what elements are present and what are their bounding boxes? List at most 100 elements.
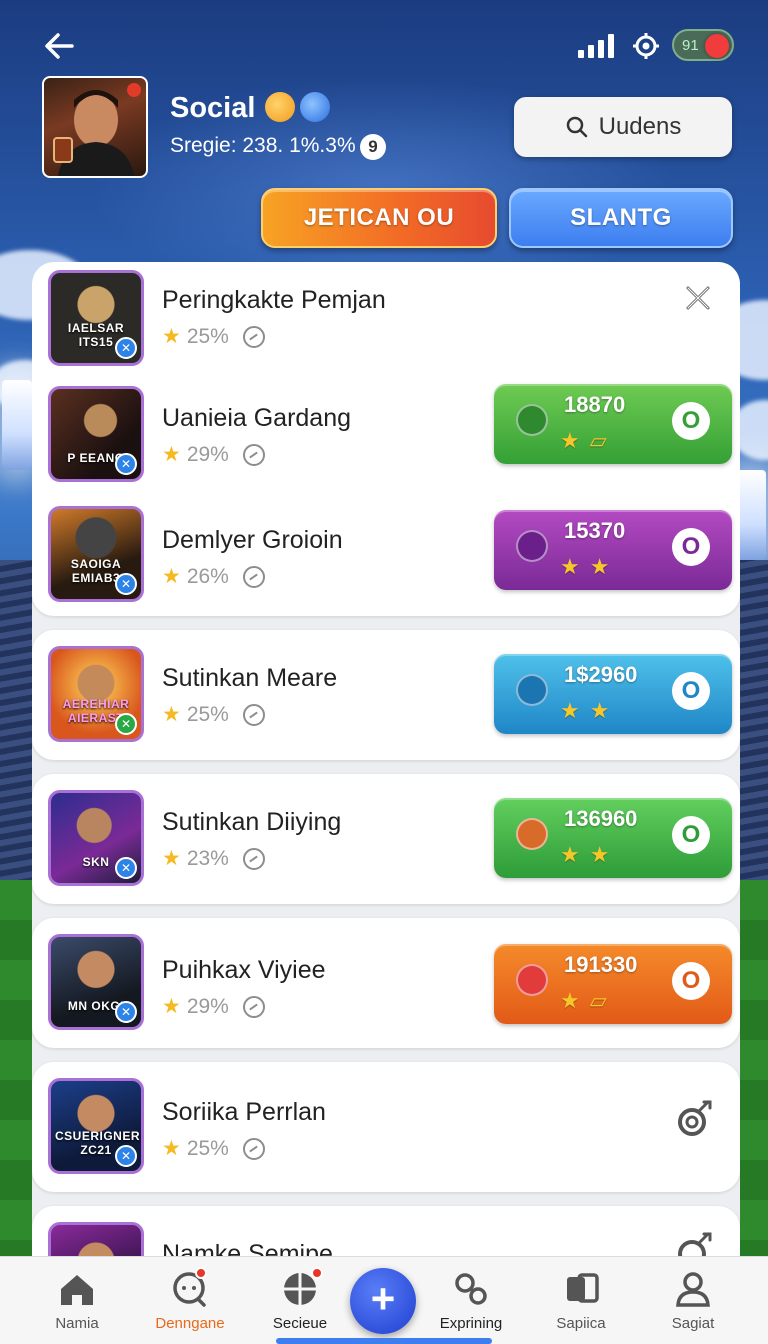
coin-icon [516,404,548,436]
speed-icon [242,847,265,870]
coin-icon [516,964,548,996]
platform-badge-icon: ✕ [115,857,137,879]
game-thumbnail: IAELSAR ITS15 ✕ [48,270,144,366]
profile-avatar[interactable] [42,76,148,178]
list-item[interactable]: IAELSAR ITS15 ✕ Peringkakte Pemjan ★ 25% [32,262,740,382]
list-item[interactable]: P EEANO ✕ Uanieia Gardang ★ 29% 18870 ★▱… [32,380,740,500]
reward-stars: ★▱ [560,428,617,453]
home-icon [61,1275,93,1305]
game-meta: ★ 25% [162,702,265,727]
speed-icon [242,1137,265,1160]
globe-badge-icon [300,92,330,122]
search-label: Uudens [598,113,682,140]
game-title: Uanieia Gardang [162,404,352,432]
reward-badge: O [672,816,710,854]
game-rating: 29% [186,442,229,466]
list-item[interactable]: Namke Semipe [32,1210,740,1262]
game-group-card: IAELSAR ITS15 ✕ Peringkakte Pemjan ★ 25%… [32,262,740,616]
game-card[interactable]: AEREHIAR AIERAST ✕ Sutinkan Meare ★ 25% … [32,630,740,760]
game-title: Demlyer Groioin [162,526,343,554]
game-rating: 25% [186,324,229,348]
game-title: Soriika Perrlan [162,1098,326,1126]
star-icon: ★ [162,1137,181,1160]
game-list-panel: IAELSAR ITS15 ✕ Peringkakte Pemjan ★ 25%… [32,262,740,1262]
toggle-knob [705,34,729,58]
nav-item-cards[interactable]: Sapiica [526,1257,636,1344]
game-thumbnail: SKN ✕ [48,790,144,886]
reward-amount: 191330 [564,952,638,977]
nav-item-globe[interactable]: Secieue [245,1257,355,1344]
game-meta: ★ 25% [162,324,265,349]
list-item[interactable]: MN OKGI ✕ Puihkax Viyiee ★ 29% 191330 ★▱… [32,922,740,1042]
search-icon [566,116,587,138]
game-rating: 26% [186,564,229,588]
emoji-face-icon [265,92,295,122]
star-icon: ★ [162,703,181,726]
game-title: Peringkakte Pemjan [162,286,386,314]
settings-gear-icon[interactable] [672,1098,716,1142]
reward-button[interactable]: 136960 ★★ O [494,798,732,878]
notification-dot [311,1267,323,1279]
nav-item-link[interactable]: Exprining [416,1257,526,1344]
speed-icon [242,703,265,726]
nav-item-home[interactable]: Namia [22,1257,132,1344]
reward-amount: 136960 [564,806,638,831]
game-card[interactable]: CSUERIGNER ZC21 ✕ Soriika Perrlan ★ 25% [32,1062,740,1192]
speed-icon [242,325,265,348]
game-meta: ★ 25% [162,1136,265,1161]
add-button[interactable]: + [350,1268,416,1334]
game-card[interactable]: SKN ✕ Sutinkan Diiying ★ 23% 136960 ★★ O [32,774,740,904]
speed-icon [242,565,265,588]
nav-item-chat[interactable]: Denngane [135,1257,245,1344]
list-item[interactable]: AEREHIAR AIERAST ✕ Sutinkan Meare ★ 25% … [32,634,740,754]
game-rating: 25% [186,1136,229,1160]
list-item[interactable]: CSUERIGNER ZC21 ✕ Soriika Perrlan ★ 25% [32,1066,740,1186]
reward-badge: O [672,528,710,566]
reward-stars: ★★ [560,554,620,579]
search-button[interactable]: Uudens [514,97,732,157]
game-card[interactable]: MN OKGI ✕ Puihkax Viyiee ★ 29% 191330 ★▱… [32,918,740,1048]
game-meta: ★ 29% [162,442,265,467]
reward-button[interactable]: 18870 ★▱ O [494,384,732,464]
nav-item-profile[interactable]: Sagiat [638,1257,748,1344]
platform-badge-icon: ✕ [115,1145,137,1167]
game-title: Sutinkan Diiying [162,808,342,836]
reward-button[interactable]: 15370 ★★ O [494,510,732,590]
card-icon [567,1273,599,1303]
secondary-action-button[interactable]: SLANTG [509,188,733,248]
game-meta: ★ 23% [162,846,265,871]
toggle-text: 91 [682,37,699,54]
star-icon: ★ [162,995,181,1018]
location-target-icon[interactable] [632,32,660,60]
reward-badge: O [672,962,710,1000]
primary-action-button[interactable]: JETICAN OU [261,188,497,248]
game-rating: 29% [186,994,229,1018]
star-icon: ★ [162,443,181,466]
game-thumbnail: CSUERIGNER ZC21 ✕ [48,1078,144,1174]
star-icon: ★ [162,847,181,870]
game-card[interactable]: Namke Semipe [32,1206,740,1262]
game-thumbnail: SAOIGA EMIAB3 ✕ [48,506,144,602]
nav-label: Sagiat [671,1315,715,1332]
platform-badge-icon: ✕ [115,337,137,359]
back-arrow-icon[interactable] [40,26,80,66]
list-item[interactable]: SAOIGA EMIAB3 ✕ Demlyer Groioin ★ 26% 15… [32,500,740,620]
game-title: Sutinkan Meare [162,664,338,692]
info-icon[interactable]: 9 [360,134,386,160]
list-item[interactable]: SKN ✕ Sutinkan Diiying ★ 23% 136960 ★★ O [32,778,740,898]
reward-badge: O [672,672,710,710]
profile-name: Social [170,92,256,124]
status-toggle[interactable]: 91 [672,29,734,61]
reward-button[interactable]: 191330 ★▱ O [494,944,732,1024]
star-icon: ★ [162,565,181,588]
platform-badge-icon: ✕ [115,453,137,475]
speed-icon [242,995,265,1018]
reward-button[interactable]: 1$2960 ★★ O [494,654,732,734]
game-meta: ★ 29% [162,994,265,1019]
close-icon[interactable] [682,282,714,314]
coin-icon [516,530,548,562]
game-meta: ★ 26% [162,564,265,589]
reward-amount: 1$2960 [564,662,638,687]
nav-label: Denngane [155,1315,225,1332]
notification-dot [195,1267,207,1279]
